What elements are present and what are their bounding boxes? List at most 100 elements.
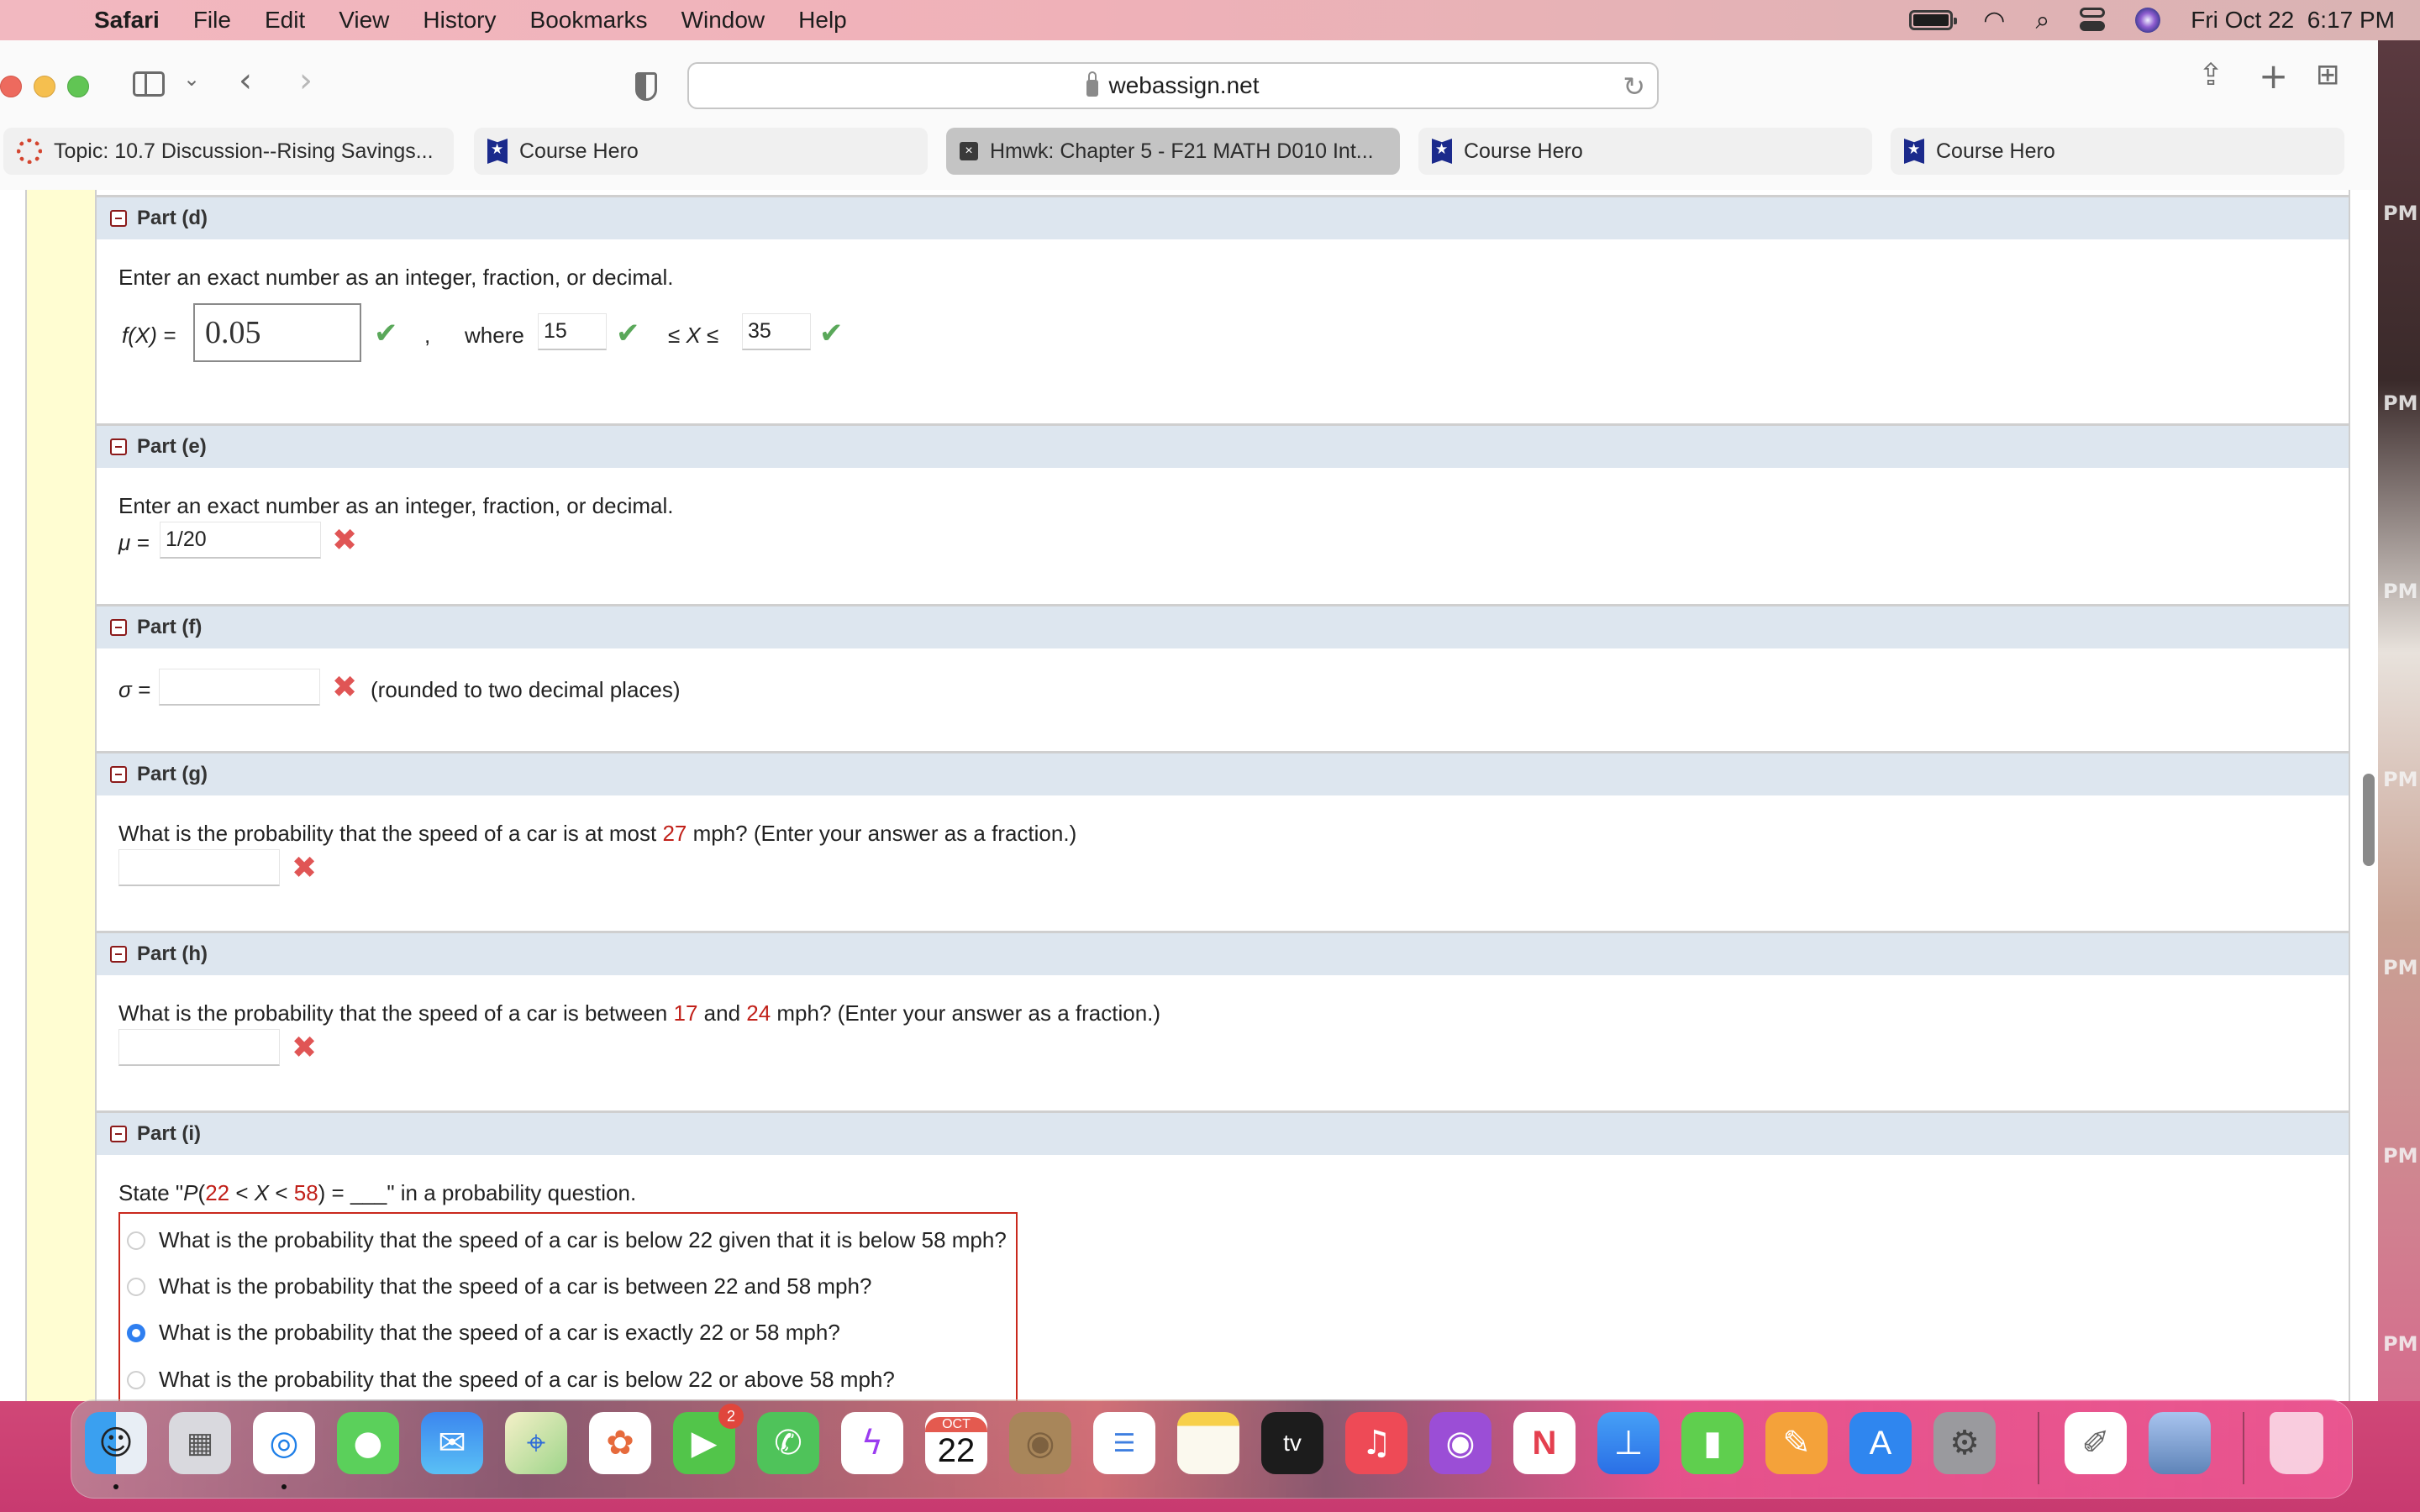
desktop-wallpaper: PM PM PM PM PM PM PM <box>2378 40 2420 1401</box>
chevron-down-icon[interactable]: ⌄ <box>183 69 200 89</box>
maps-icon[interactable]: ⌖ <box>505 1412 567 1474</box>
highlighted-value: 27 <box>662 821 687 846</box>
tab-course-hero[interactable]: Course Hero <box>474 128 928 175</box>
sigma-input[interactable] <box>159 669 320 706</box>
radio-button[interactable] <box>127 1370 145 1389</box>
menu-window[interactable]: Window <box>681 7 765 34</box>
podcasts-icon[interactable]: ◉ <box>1429 1412 1491 1474</box>
mu-input[interactable] <box>160 522 321 559</box>
radio-button[interactable] <box>127 1231 145 1250</box>
close-window-button[interactable] <box>0 76 22 97</box>
photos-icon[interactable]: ✿ <box>589 1412 651 1474</box>
collapse-icon[interactable] <box>110 210 127 227</box>
preview-icon[interactable] <box>2149 1412 2211 1474</box>
part-h: Part (h) What is the probability that th… <box>97 931 2349 1110</box>
reload-icon[interactable]: ↻ <box>1623 71 1645 102</box>
system-preferences-icon[interactable]: ⚙ <box>1933 1412 1996 1474</box>
address-bar[interactable]: webassign.net ↻ <box>687 62 1659 109</box>
option-label: What is the probability that the speed o… <box>159 1227 1007 1252</box>
radio-option[interactable]: What is the probability that the speed o… <box>127 1273 871 1299</box>
radio-button-selected[interactable] <box>127 1323 145 1342</box>
tab-course-hero[interactable]: Course Hero <box>1418 128 1872 175</box>
new-tab-plus-icon[interactable]: + <box>2259 59 2288 94</box>
tab-overview-icon[interactable]: ⊞ <box>2316 60 2340 89</box>
keynote-icon[interactable]: ⊥ <box>1597 1412 1660 1474</box>
part-i-header[interactable]: Part (i) <box>97 1110 2349 1155</box>
spotlight-search-icon[interactable]: ⌕ <box>2035 6 2049 35</box>
apple-tv-icon[interactable]: tv <box>1261 1412 1323 1474</box>
fx-input[interactable] <box>193 303 361 362</box>
collapse-icon[interactable] <box>110 619 127 636</box>
music-icon[interactable]: ♫ <box>1345 1412 1407 1474</box>
radio-option[interactable]: What is the probability that the speed o… <box>127 1367 895 1393</box>
facetime-icon[interactable]: ▶ 2 <box>673 1404 744 1474</box>
tab-bar: Topic: 10.7 Discussion--Rising Savings..… <box>0 128 2378 176</box>
textedit-icon[interactable]: ✐ <box>2065 1412 2127 1474</box>
notes-icon[interactable] <box>1177 1412 1239 1474</box>
messenger-icon[interactable]: ϟ <box>841 1412 903 1474</box>
lower-bound-input[interactable] <box>538 313 607 350</box>
webassign-page: Part (d) Enter an exact number as an int… <box>0 190 2378 1401</box>
radio-option[interactable]: What is the probability that the speed o… <box>127 1320 840 1346</box>
control-center-icon[interactable] <box>2080 8 2106 33</box>
trash-icon[interactable] <box>2270 1412 2323 1474</box>
menu-app-name[interactable]: Safari <box>94 7 160 34</box>
radio-button[interactable] <box>127 1277 145 1296</box>
wallpaper-label: PM <box>2383 956 2418 979</box>
reminders-icon[interactable]: ☰ <box>1093 1412 1155 1474</box>
menu-file[interactable]: File <box>193 7 231 34</box>
siri-icon[interactable] <box>2135 8 2161 33</box>
whatsapp-icon[interactable]: ✆ <box>757 1412 819 1474</box>
safari-icon[interactable]: ◎ <box>253 1412 315 1474</box>
messages-icon[interactable]: ● <box>337 1412 399 1474</box>
option-label: What is the probability that the speed o… <box>159 1367 895 1392</box>
news-icon[interactable]: N <box>1513 1412 1576 1474</box>
part-g-header[interactable]: Part (g) <box>97 751 2349 795</box>
forward-button-icon[interactable]: › <box>299 64 313 97</box>
battery-icon[interactable] <box>1909 10 1958 30</box>
calendar-icon[interactable]: OCT 22 <box>925 1412 987 1474</box>
collapse-icon[interactable] <box>110 946 127 963</box>
part-f-header[interactable]: Part (f) <box>97 604 2349 648</box>
back-button-icon[interactable]: ‹ <box>239 64 252 97</box>
launchpad-icon[interactable]: ▦ <box>169 1412 231 1474</box>
share-icon[interactable]: ⇪ <box>2198 60 2223 91</box>
sidebar-toggle-icon[interactable] <box>133 71 165 97</box>
probability-answer-input[interactable] <box>118 1029 280 1066</box>
correct-check-icon: ✔ <box>819 317 844 350</box>
menu-view[interactable]: View <box>339 7 389 34</box>
collapse-icon[interactable] <box>110 1126 127 1142</box>
collapse-icon[interactable] <box>110 766 127 783</box>
collapse-icon[interactable] <box>110 438 127 455</box>
privacy-report-shield-icon[interactable] <box>635 72 657 101</box>
scrollbar-thumb[interactable] <box>2363 774 2375 866</box>
wifi-icon[interactable]: ◠ <box>1983 6 2005 35</box>
probability-answer-input[interactable] <box>118 849 280 886</box>
question-margin <box>25 190 97 1401</box>
part-h-header[interactable]: Part (h) <box>97 931 2349 975</box>
menu-edit[interactable]: Edit <box>265 7 305 34</box>
numbers-icon[interactable]: ▮ <box>1681 1412 1744 1474</box>
menu-clock[interactable]: Fri Oct 22 6:17 PM <box>2191 7 2395 34</box>
menu-help[interactable]: Help <box>798 7 847 34</box>
part-d-header[interactable]: Part (d) <box>97 195 2349 239</box>
radio-option[interactable]: What is the probability that the speed o… <box>127 1227 1007 1253</box>
tab-webassign-homework[interactable]: × Hmwk: Chapter 5 - F21 MATH D010 Int... <box>946 128 1400 175</box>
finder-icon[interactable]: ☺ <box>85 1412 147 1474</box>
part-e-header[interactable]: Part (e) <box>97 423 2349 468</box>
part-title: Part (f) <box>137 616 203 638</box>
app-store-icon[interactable]: A <box>1849 1412 1912 1474</box>
close-tab-icon[interactable]: × <box>960 142 978 160</box>
tab-label: Course Hero <box>1936 139 2055 163</box>
contacts-icon[interactable]: ◉ <box>1009 1412 1071 1474</box>
part-d: Part (d) Enter an exact number as an int… <box>97 195 2349 421</box>
upper-bound-input[interactable] <box>742 313 811 350</box>
menu-bookmarks[interactable]: Bookmarks <box>530 7 648 34</box>
mail-icon[interactable]: ✉ <box>421 1412 483 1474</box>
pages-icon[interactable]: ✎ <box>1765 1412 1828 1474</box>
tab-course-hero[interactable]: Course Hero <box>1891 128 2344 175</box>
minimize-window-button[interactable] <box>34 76 55 97</box>
tab-canvas-discussion[interactable]: Topic: 10.7 Discussion--Rising Savings..… <box>3 128 454 175</box>
fullscreen-window-button[interactable] <box>67 76 89 97</box>
menu-history[interactable]: History <box>423 7 496 34</box>
